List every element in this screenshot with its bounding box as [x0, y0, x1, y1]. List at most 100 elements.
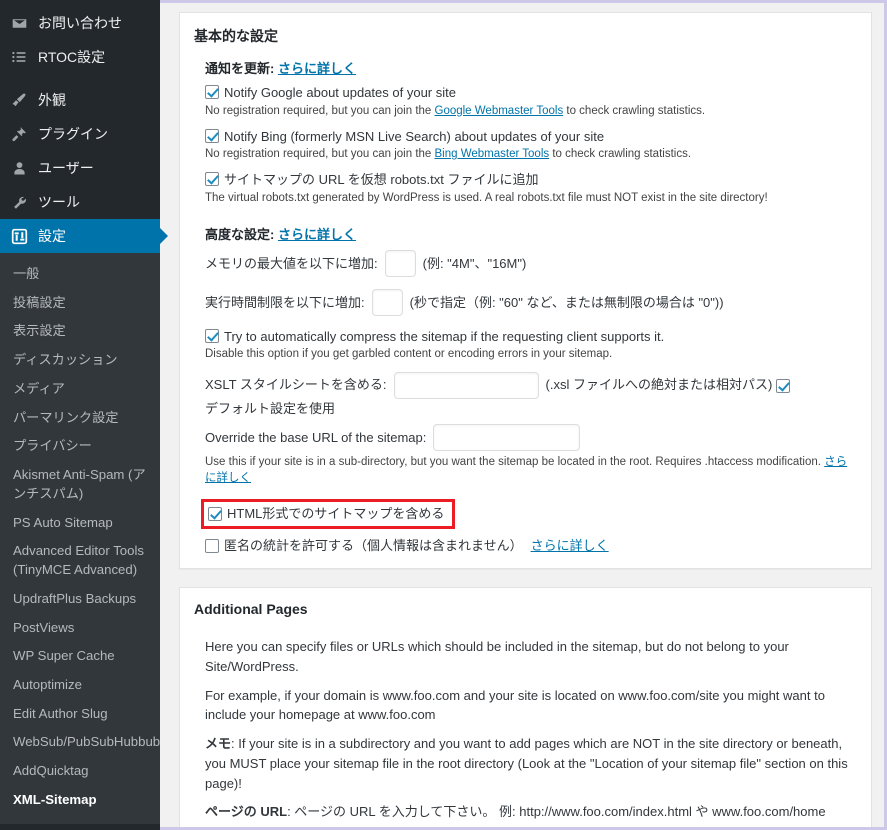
- additional-paragraph-2: For example, if your domain is www.foo.c…: [205, 687, 825, 723]
- user-icon: [9, 158, 29, 178]
- notify-google-label: Notify Google about updates of your site: [224, 85, 456, 100]
- page-url-text: : ページの URL を入力して下さい。 例: http://www.foo.c…: [287, 804, 826, 820]
- notify-google-desc-pre: No registration required, but you can jo…: [205, 104, 435, 117]
- sidebar-item-label: 外観: [38, 91, 66, 108]
- additional-pages-panel: Additional Pages Here you can specify fi…: [179, 587, 872, 827]
- sidebar-menu-main: 外観 プラグイン ユーザー ツール 設定: [0, 83, 168, 253]
- submenu-item-xml-sitemap[interactable]: XML-Sitemap: [0, 786, 160, 815]
- sidebar-item-rtoc[interactable]: RTOC設定: [0, 40, 160, 74]
- submenu-item-permalinks[interactable]: パーマリンク設定: [0, 404, 160, 433]
- notify-learn-more-link[interactable]: さらに詳しく: [278, 61, 356, 76]
- anonymous-stats-option[interactable]: 匿名の統計を許可する（個人情報は含まれません） さらに詳しく: [205, 537, 857, 555]
- compress-sitemap-description: Disable this option if you get garbled c…: [205, 348, 613, 361]
- compress-sitemap-label: Try to automatically compress the sitema…: [224, 328, 665, 344]
- content-area: 基本的な設定 通知を更新: さらに詳しく Notify Google about…: [160, 0, 887, 830]
- memo-text: : If your site is in a subdirectory and …: [205, 736, 848, 791]
- xslt-stylesheet-label: XSLT スタイルシートを含める:: [205, 377, 387, 393]
- sidebar-item-contact[interactable]: お問い合わせ: [0, 6, 160, 40]
- memory-limit-label: メモリの最大値を以下に増加:: [205, 255, 378, 271]
- override-base-url-hint: Use this if your site is in a sub-direct…: [205, 453, 857, 485]
- submenu-item-autoptimize[interactable]: Autoptimize: [0, 671, 160, 700]
- submenu-item-ps-auto-sitemap[interactable]: PS Auto Sitemap: [0, 509, 160, 538]
- advanced-section-heading: 高度な設定: さらに詳しく: [205, 224, 857, 243]
- notify-google-checkbox[interactable]: [205, 85, 219, 99]
- submenu-item-addquicktag[interactable]: AddQuicktag: [0, 757, 160, 786]
- notify-heading-label: 通知を更新:: [205, 61, 275, 76]
- notify-google-option[interactable]: Notify Google about updates of your site: [205, 84, 857, 102]
- submenu-item-wp-super-cache[interactable]: WP Super Cache: [0, 642, 160, 671]
- html-sitemap-highlight: HTML形式でのサイトマップを含める: [201, 499, 456, 529]
- submenu-item-media[interactable]: メディア: [0, 375, 160, 404]
- memo-label: メモ: [205, 736, 232, 752]
- sidebar-item-label: お問い合わせ: [38, 14, 122, 31]
- html-sitemap-option[interactable]: HTML形式でのサイトマップを含める: [208, 505, 444, 523]
- xslt-default-label: デフォルト設定を使用: [205, 400, 336, 416]
- submenu-item-privacy[interactable]: プライバシー: [0, 432, 160, 461]
- submenu-item-reading[interactable]: 表示設定: [0, 317, 160, 346]
- xslt-stylesheet-input[interactable]: [393, 371, 539, 399]
- additional-pages-body: Here you can specify files or URLs which…: [194, 637, 857, 827]
- additional-memo-paragraph: メモ: If your site is in a subdirectory an…: [205, 734, 857, 793]
- submenu-item-discussion[interactable]: ディスカッション: [0, 346, 160, 375]
- notify-section-heading: 通知を更新: さらに詳しく: [205, 58, 857, 77]
- sidebar-item-tools[interactable]: ツール: [0, 185, 160, 219]
- additional-paragraph-1: Here you can specify files or URLs which…: [205, 639, 789, 674]
- memory-limit-input[interactable]: [384, 249, 416, 277]
- robots-txt-label: サイトマップの URL を仮想 robots.txt ファイルに追加: [224, 172, 539, 188]
- sidebar-menu-top: お問い合わせ RTOC設定: [0, 6, 160, 74]
- basic-settings-panel: 基本的な設定 通知を更新: さらに詳しく Notify Google about…: [179, 12, 872, 570]
- html-sitemap-checkbox[interactable]: [208, 507, 222, 522]
- settings-submenu: 一般 投稿設定 表示設定 ディスカッション メディア パーマリンク設定 プライバ…: [0, 253, 160, 824]
- xslt-default-checkbox[interactable]: [776, 378, 791, 393]
- submenu-item-updraftplus[interactable]: UpdraftPlus Backups: [0, 585, 160, 614]
- robots-txt-checkbox[interactable]: [205, 172, 219, 187]
- submenu-item-edit-author-slug[interactable]: Edit Author Slug: [0, 700, 160, 729]
- bing-webmaster-tools-link[interactable]: Bing Webmaster Tools: [435, 148, 550, 160]
- basic-settings-body: 通知を更新: さらに詳しく Notify Google about update…: [194, 58, 857, 554]
- sidebar-item-appearance[interactable]: 外観: [0, 83, 160, 117]
- submenu-item-writing[interactable]: 投稿設定: [0, 289, 160, 318]
- override-base-url-input[interactable]: [433, 424, 581, 452]
- sidebar-item-settings[interactable]: 設定: [0, 219, 168, 253]
- sidebar-item-users[interactable]: ユーザー: [0, 151, 160, 185]
- html-sitemap-label: HTML形式でのサイトマップを含める: [227, 506, 445, 522]
- additional-url-paragraph: ページの URL: ページの URL を入力して下さい。 例: http://w…: [205, 802, 857, 822]
- time-limit-row: 実行時間制限を以下に増加: (秒で指定（例: "60" など、または無制限の場合…: [205, 288, 857, 316]
- submenu-item-postviews[interactable]: PostViews: [0, 614, 160, 643]
- anonymous-stats-checkbox[interactable]: [205, 538, 219, 553]
- override-base-url-label: Override the base URL of the sitemap:: [205, 429, 427, 445]
- compress-sitemap-checkbox[interactable]: [205, 328, 219, 343]
- submenu-item-akismet[interactable]: Akismet Anti-Spam (アンチスパム): [0, 461, 160, 508]
- robots-txt-description: The virtual robots.txt generated by Word…: [205, 191, 768, 204]
- memory-limit-hint: (例: "4M"、"16M"): [422, 255, 527, 271]
- notify-bing-option[interactable]: Notify Bing (formerly MSN Live Search) a…: [205, 128, 857, 146]
- override-hint-text: Use this if your site is in a sub-direct…: [205, 456, 825, 469]
- time-limit-label: 実行時間制限を以下に増加:: [205, 294, 365, 310]
- advanced-heading-label: 高度な設定:: [205, 226, 275, 242]
- advanced-learn-more-link[interactable]: さらに詳しく: [278, 227, 356, 242]
- time-limit-input[interactable]: [371, 288, 403, 316]
- robots-txt-option[interactable]: サイトマップの URL を仮想 robots.txt ファイルに追加: [205, 171, 857, 189]
- notify-google-description: No registration required, but you can jo…: [205, 103, 857, 119]
- memory-limit-row: メモリの最大値を以下に増加: (例: "4M"、"16M"): [205, 249, 857, 277]
- compress-sitemap-option[interactable]: Try to automatically compress the sitema…: [205, 328, 857, 346]
- anonymous-stats-learn-more-link[interactable]: さらに詳しく: [531, 537, 609, 555]
- appearance-brush-icon: [9, 90, 29, 110]
- xslt-stylesheet-hint: (.xsl ファイルへの絶対または相対パス): [545, 377, 773, 393]
- sidebar-item-plugins[interactable]: プラグイン: [0, 117, 160, 151]
- submenu-item-general[interactable]: 一般: [0, 260, 160, 289]
- google-webmaster-tools-link[interactable]: Google Webmaster Tools: [435, 105, 564, 117]
- panel-title-additional: Additional Pages: [194, 601, 308, 618]
- wrench-icon: [9, 192, 29, 212]
- sidebar-item-label: RTOC設定: [38, 48, 106, 65]
- sidebar-item-label: 設定: [38, 227, 66, 244]
- override-base-url-row: Override the base URL of the sitemap:: [205, 424, 857, 452]
- anonymous-stats-label: 匿名の統計を許可する（個人情報は含まれません）: [224, 537, 523, 553]
- mail-icon: [9, 13, 29, 33]
- submenu-item-websub[interactable]: WebSub/PubSubHubbub: [0, 728, 160, 757]
- submenu-item-advanced-editor-tools[interactable]: Advanced Editor Tools (TinyMCE Advanced): [0, 537, 160, 584]
- admin-screen: お問い合わせ RTOC設定 外観 プラグイン ユーザー ツール 設定 一般 投稿…: [0, 0, 887, 830]
- notify-bing-checkbox[interactable]: [205, 128, 219, 143]
- notify-bing-label: Notify Bing (formerly MSN Live Search) a…: [224, 128, 605, 144]
- notify-bing-desc-post: to check crawling statistics.: [549, 148, 692, 161]
